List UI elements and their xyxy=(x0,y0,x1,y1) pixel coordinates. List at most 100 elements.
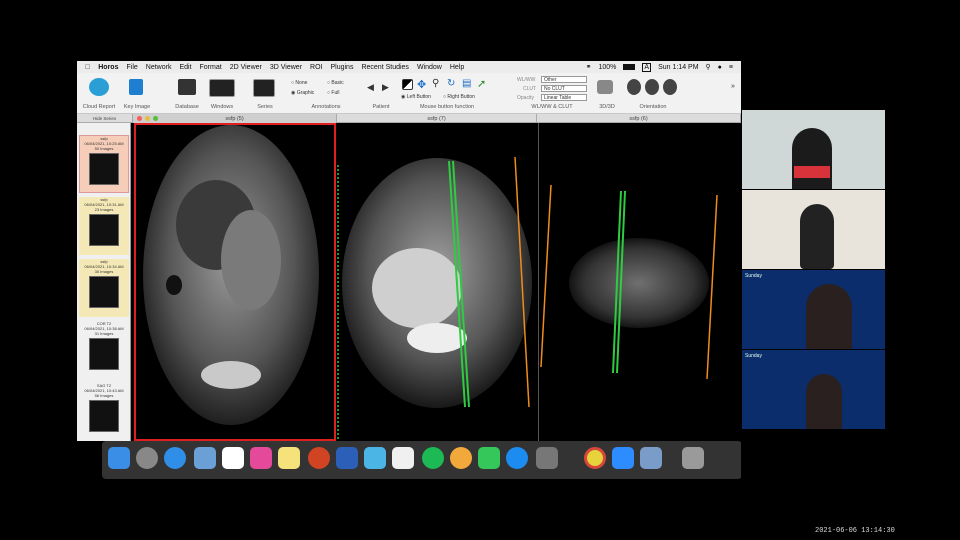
menu-roi[interactable]: ROI xyxy=(310,64,322,71)
3d-render-icon[interactable] xyxy=(597,80,613,94)
clut-select[interactable]: No CLUT xyxy=(541,85,587,92)
dock xyxy=(102,441,741,479)
clock[interactable]: Sun 1:14 PM xyxy=(658,64,698,71)
finder-icon[interactable] xyxy=(108,447,130,469)
viewport-ssfp-5[interactable] xyxy=(134,123,336,441)
viewport-ssfp-7[interactable] xyxy=(337,123,537,441)
rotate-tool-icon[interactable]: ↻ xyxy=(447,78,455,89)
participant-video xyxy=(806,284,852,349)
orientation-sagittal-icon[interactable] xyxy=(663,79,677,95)
tab-ssfp-7[interactable]: ssfp (7) xyxy=(337,114,537,123)
toolbar-overflow-icon[interactable]: » xyxy=(731,83,735,90)
radio-full[interactable]: ○ Full xyxy=(327,90,339,96)
menu-2d-viewer[interactable]: 2D Viewer xyxy=(230,64,262,71)
windows-icon[interactable] xyxy=(209,79,235,97)
video-tile[interactable]: Sunday xyxy=(742,350,885,429)
search-icon[interactable]: ⚲ xyxy=(706,63,711,71)
hide-series-header[interactable]: Hide Series xyxy=(77,114,133,123)
menu-3d-viewer[interactable]: 3D Viewer xyxy=(270,64,302,71)
trash-icon[interactable] xyxy=(682,447,704,469)
menu-file[interactable]: File xyxy=(126,64,137,71)
control-center-icon[interactable]: ≡ xyxy=(729,64,733,71)
menu-edit[interactable]: Edit xyxy=(179,64,191,71)
spotify-icon[interactable] xyxy=(422,447,444,469)
database-label: Database xyxy=(175,104,199,110)
calendar-icon[interactable] xyxy=(222,447,244,469)
scroll-tool-icon[interactable]: ▤ xyxy=(462,78,471,89)
radio-graphic[interactable]: ◉ Graphic xyxy=(291,90,314,96)
radio-none[interactable]: ○ None xyxy=(291,80,307,86)
menu-help[interactable]: Help xyxy=(450,64,464,71)
menu-network[interactable]: Network xyxy=(146,64,172,71)
cloud-report-icon[interactable] xyxy=(89,78,109,96)
back-arrow-icon[interactable]: ◀ xyxy=(367,82,374,93)
tab-label: ssfp (6) xyxy=(629,115,648,122)
menu-app-name[interactable]: Horos xyxy=(98,64,118,71)
video-call-panel: Sunday Sunday xyxy=(742,110,885,430)
wifi-icon[interactable]: ⚭ xyxy=(586,63,592,71)
launchpad-icon[interactable] xyxy=(136,447,158,469)
menu-plugins[interactable]: Plugins xyxy=(330,64,353,71)
reminders-icon[interactable] xyxy=(392,447,414,469)
database-icon[interactable] xyxy=(178,79,196,95)
series-item[interactable]: SAG T2 06/04/2021, 10:43 AM 56 Images xyxy=(79,383,129,439)
word-icon[interactable] xyxy=(336,447,358,469)
safari-icon[interactable] xyxy=(164,447,186,469)
app-store-icon[interactable] xyxy=(506,447,528,469)
siri-icon[interactable]: ● xyxy=(718,64,722,71)
menu-format[interactable]: Format xyxy=(200,64,222,71)
right-button-radio[interactable]: ○ Right Button xyxy=(443,94,475,100)
minimize-window-icon[interactable] xyxy=(145,116,150,121)
powerpoint-icon[interactable] xyxy=(308,447,330,469)
menu-bar:  Horos File Network Edit Format 2D View… xyxy=(77,61,741,73)
key-image-icon[interactable] xyxy=(129,79,143,95)
battery-icon[interactable] xyxy=(623,64,636,70)
series-item[interactable]: ssfp 06/04/2021, 10:34 AM 30 Images xyxy=(79,259,129,317)
input-source-icon[interactable]: A xyxy=(642,62,652,72)
photos-icon[interactable] xyxy=(450,447,472,469)
photo-viewer-icon[interactable] xyxy=(640,447,662,469)
cloud-report-label: Cloud Report xyxy=(82,104,116,110)
zoom-tool-icon[interactable]: ⚲ xyxy=(432,78,439,89)
move-tool-icon[interactable]: ✥ xyxy=(417,78,426,91)
menu-window[interactable]: Window xyxy=(417,64,442,71)
zoom-window-icon[interactable] xyxy=(153,116,158,121)
notes-icon[interactable] xyxy=(278,447,300,469)
tab-ssfp-5[interactable]: ssfp (5) xyxy=(133,114,337,123)
length-tool-icon[interactable]: ➚ xyxy=(477,77,486,90)
participant-video xyxy=(792,128,832,189)
video-tile[interactable] xyxy=(742,190,885,269)
viewport-ssfp-6[interactable] xyxy=(538,123,741,441)
opacity-select[interactable]: Linear Table xyxy=(541,94,587,101)
facetime-icon[interactable] xyxy=(478,447,500,469)
left-button-radio[interactable]: ◉ Left Button xyxy=(401,94,431,100)
orientation-axial-icon[interactable] xyxy=(627,79,641,95)
video-tile[interactable]: Sunday xyxy=(742,270,885,349)
wlww-select[interactable]: Other xyxy=(541,76,587,83)
close-window-icon[interactable] xyxy=(137,116,142,121)
zoom-app-icon[interactable] xyxy=(612,447,634,469)
preview-icon[interactable] xyxy=(194,447,216,469)
chrome-icon[interactable] xyxy=(584,447,606,469)
menu-recent-studies[interactable]: Recent Studies xyxy=(361,64,408,71)
3d-label: 3D/3D xyxy=(599,104,615,110)
annotations-label: Annotations xyxy=(311,104,341,110)
series-count: 56 Images xyxy=(94,393,114,398)
forward-arrow-icon[interactable]: ▶ xyxy=(382,82,389,93)
windows-label: Windows xyxy=(210,104,234,110)
wl-tool-icon[interactable] xyxy=(402,79,413,90)
orientation-coronal-icon[interactable] xyxy=(645,79,659,95)
video-tile[interactable] xyxy=(742,110,885,189)
cleanmymac-icon[interactable] xyxy=(250,447,272,469)
system-preferences-icon[interactable] xyxy=(536,447,558,469)
apple-icon[interactable]:  xyxy=(85,64,90,71)
horos-icon[interactable] xyxy=(364,447,386,469)
mri-coronal-image xyxy=(337,156,532,441)
battery-percent[interactable]: 100% xyxy=(598,64,616,71)
radio-basic[interactable]: ○ Basic xyxy=(327,80,344,86)
series-item[interactable]: ssfp 06/04/2021, 10:25 AM 50 Images xyxy=(79,135,129,193)
series-icon[interactable] xyxy=(253,79,275,97)
tab-ssfp-6[interactable]: ssfp (6) xyxy=(537,114,741,123)
series-item[interactable]: ssfp 06/04/2021, 10:31 AM 23 Images xyxy=(79,197,129,255)
series-item[interactable]: COR T2 06/04/2021, 10:38 AM 31 Images xyxy=(79,321,129,379)
